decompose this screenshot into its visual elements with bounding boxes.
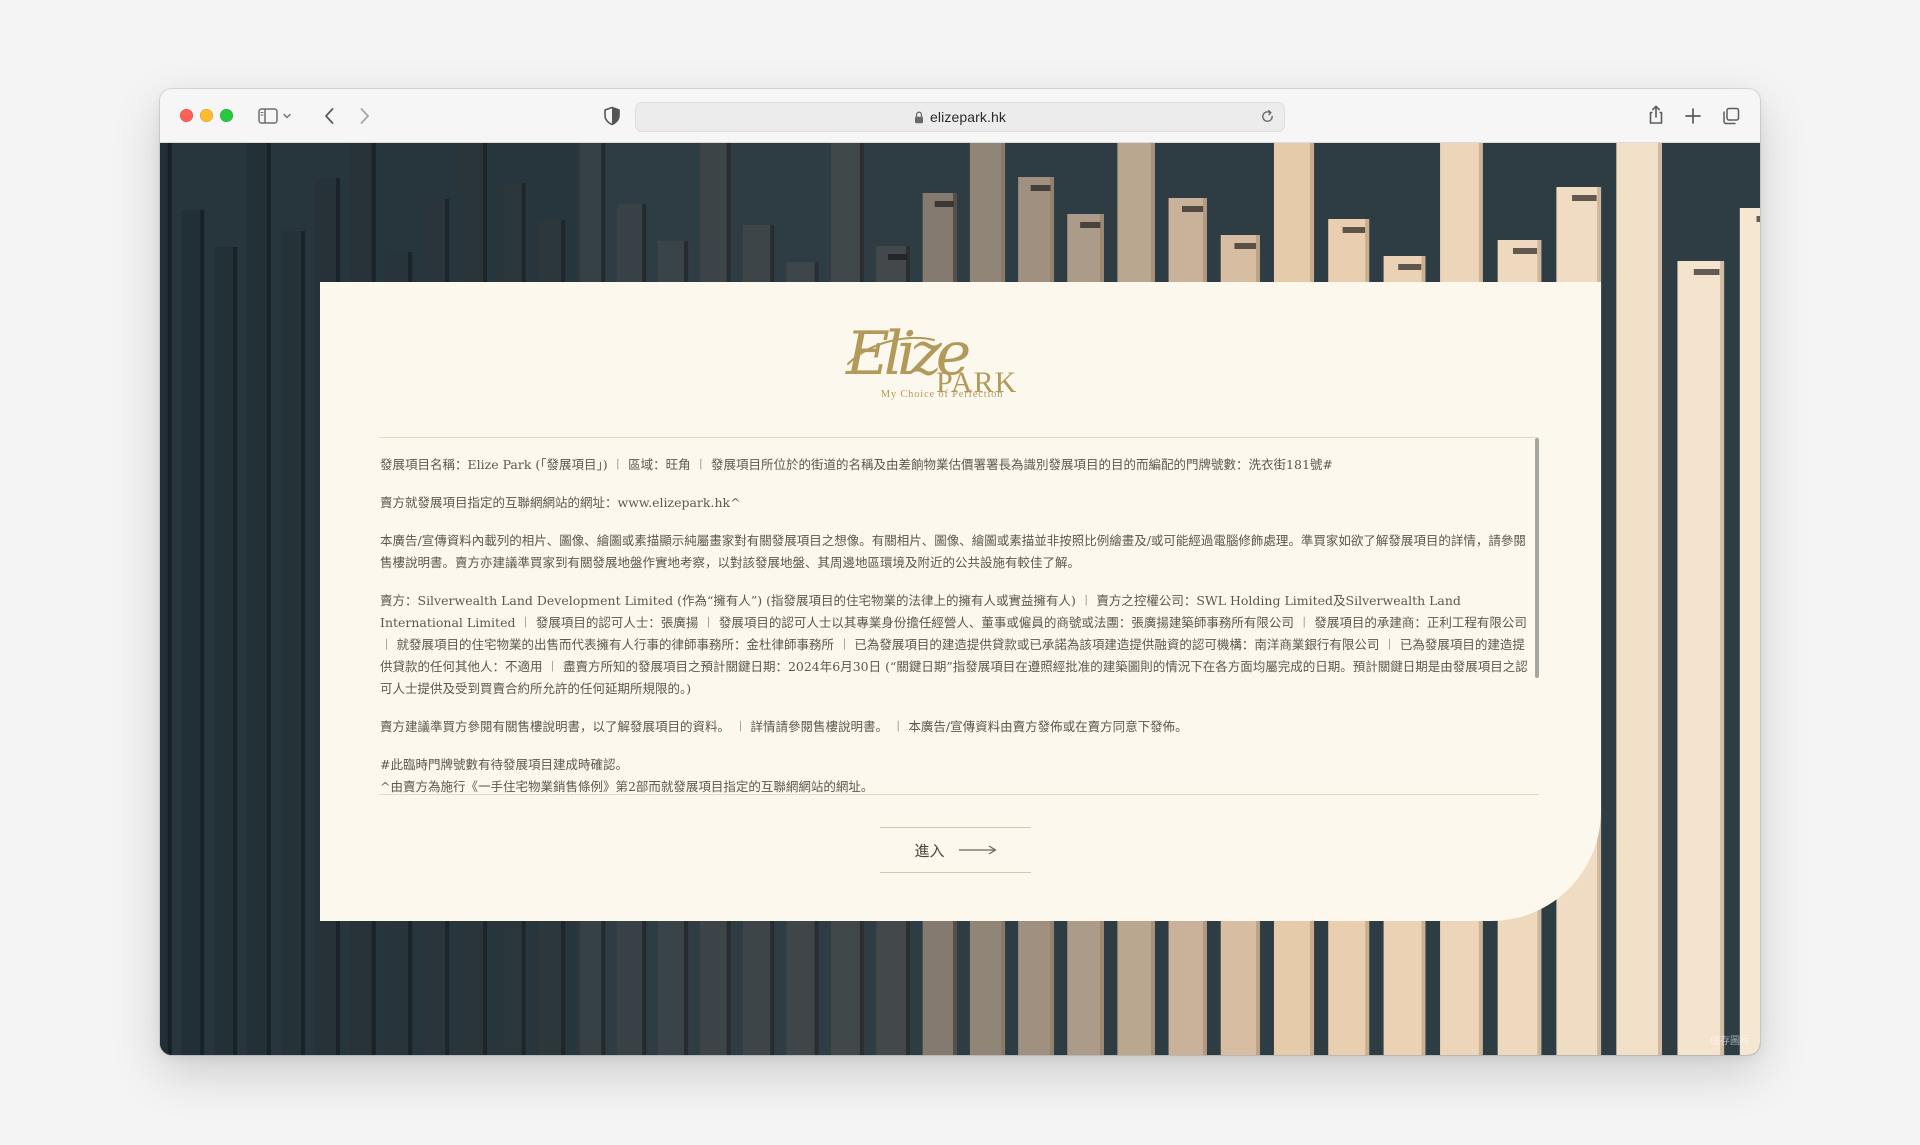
tab-overview-icon[interactable] xyxy=(1719,104,1743,128)
minimize-window-button[interactable] xyxy=(200,109,213,122)
shield-icon[interactable] xyxy=(600,104,624,128)
sidebar-icon[interactable] xyxy=(256,104,296,128)
brand-tagline: My Choice of Perfection xyxy=(880,389,1004,400)
disclaimer-paragraph: #此臨時門牌號數有待發展項目建成時確認。 xyxy=(380,757,628,772)
disclaimer-box[interactable]: 發展項目名稱：Elize Park (「發展項目」) ︱ 區域：旺角 ︱ 發展項… xyxy=(379,437,1539,795)
disclaimer-scrollbar[interactable] xyxy=(1535,438,1539,678)
chevron-right-icon[interactable] xyxy=(352,104,376,128)
lock-icon xyxy=(914,111,924,124)
browser-window: elizepark.hk Elize PARK My Choice of Per… xyxy=(160,89,1760,1055)
disclaimer-paragraph: ^由賣方為施行《一手住宅物業銷售條例》第2部而就發展項目指定的互聯網網站的網址。 xyxy=(380,779,874,794)
address-bar[interactable]: elizepark.hk xyxy=(635,102,1285,132)
share-icon[interactable] xyxy=(1644,103,1668,127)
save-image-hint: 儲存圖片 xyxy=(1710,1036,1750,1047)
disclaimer-card: Elize PARK My Choice of Perfection 發展項目名… xyxy=(320,282,1601,921)
zoom-window-button[interactable] xyxy=(220,109,233,122)
browser-toolbar: elizepark.hk xyxy=(160,89,1760,143)
disclaimer-paragraph: 賣方建議準買方參閱有關售樓說明書，以了解發展項目的資料。 ︱ 詳情請參閱售樓說明… xyxy=(380,719,1188,734)
arrow-right-icon xyxy=(958,845,997,855)
url-text: elizepark.hk xyxy=(930,109,1006,125)
disclaimer-paragraph: 賣方就發展項目指定的互聯網網站的網址：www.elizepark.hk^ xyxy=(380,495,741,510)
disclaimer-paragraph: 本廣告/宣傳資料內載列的相片、圖像、繪圖或素描顯示純屬畫家對有關發展項目之想像。… xyxy=(380,533,1526,570)
chevron-left-icon[interactable] xyxy=(318,104,342,128)
enter-button-label: 進入 xyxy=(914,841,945,860)
enter-button[interactable]: 進入 xyxy=(880,827,1031,873)
web-page: Elize PARK My Choice of Perfection 發展項目名… xyxy=(160,143,1760,1055)
plus-icon[interactable] xyxy=(1681,104,1705,128)
reload-icon[interactable] xyxy=(1260,109,1275,124)
disclaimer-paragraph: 賣方：Silverwealth Land Development Limited… xyxy=(380,593,1528,696)
disclaimer-paragraph: 發展項目名稱：Elize Park (「發展項目」) ︱ 區域：旺角 ︱ 發展項… xyxy=(380,457,1333,472)
close-window-button[interactable] xyxy=(180,109,193,122)
